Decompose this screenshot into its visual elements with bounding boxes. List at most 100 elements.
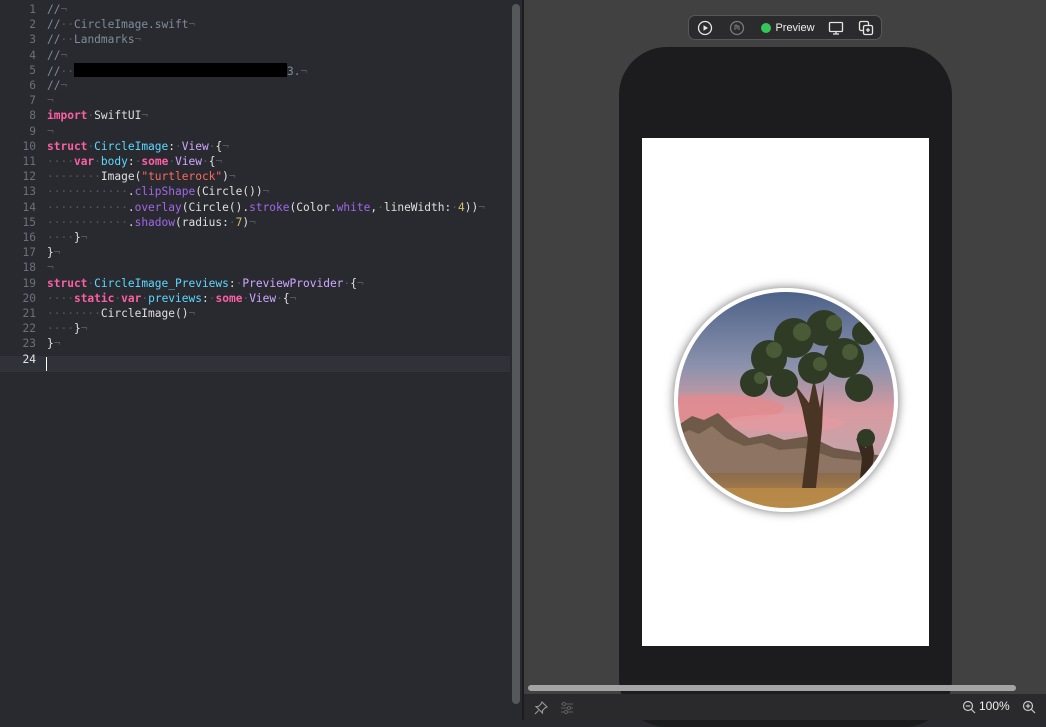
- code-token: ¬: [289, 291, 297, 305]
- code-text: struct·CircleImage:·View·{¬: [47, 139, 229, 155]
- code-token: ¬: [300, 64, 308, 78]
- code-token: ········: [47, 307, 101, 320]
- code-line[interactable]: 14 ············.overlay(Circle().stroke(C…: [0, 200, 510, 216]
- zoom-level: 100%: [979, 699, 1010, 713]
- code-token: var: [121, 291, 142, 305]
- code-token: (Circle().: [181, 200, 250, 214]
- code-token: ·: [276, 291, 283, 305]
- code-token: ·: [228, 215, 236, 229]
- code-token: PreviewProvider: [242, 276, 344, 290]
- duplicate-preview-button[interactable]: [855, 19, 877, 37]
- zoom-out-button[interactable]: [962, 699, 976, 718]
- code-token: ··: [60, 18, 74, 32]
- code-line[interactable]: 23}¬: [0, 336, 510, 352]
- code-line[interactable]: 17}¬: [0, 245, 510, 261]
- play-circle-icon: [697, 20, 713, 36]
- code-line[interactable]: 6 //¬: [0, 78, 510, 94]
- code-line[interactable]: 12 ········Image("turtlerock")¬: [0, 169, 510, 185]
- code-token: some: [141, 155, 169, 168]
- code-token: ¬: [60, 79, 68, 92]
- code-token: SwiftUI: [94, 109, 142, 123]
- selectable-mode-button[interactable]: [727, 19, 747, 37]
- editor-scrollbar[interactable]: [512, 4, 520, 704]
- turtlerock-photo[interactable]: [674, 288, 898, 512]
- code-line[interactable]: 18 ¬: [0, 260, 510, 276]
- code-line[interactable]: 20 ····static·var·previews:·some·View·{¬: [0, 291, 510, 307]
- line-number: 7: [29, 94, 36, 108]
- code-line[interactable]: 8 import·SwiftUI¬: [0, 108, 510, 124]
- code-line[interactable]: 16 ····}¬: [0, 230, 510, 246]
- code-token: ·: [94, 155, 101, 168]
- code-line[interactable]: 7 ¬: [0, 93, 510, 109]
- code-text: }¬: [47, 245, 61, 261]
- code-line[interactable]: 5 //·· 3.¬: [0, 62, 510, 79]
- preview-canvas: Preview 100%: [524, 0, 1046, 727]
- line-number: 23: [22, 337, 36, 351]
- code-token: ············: [47, 185, 128, 199]
- code-line[interactable]: 15 ············.shadow(radius:·7)¬: [0, 215, 510, 231]
- code-text: ············.clipShape(Circle())¬: [47, 184, 269, 200]
- code-token: ¬: [47, 94, 54, 108]
- code-token: //: [47, 33, 61, 47]
- code-text: ············.shadow(radius:·7)¬: [47, 215, 256, 231]
- code-line[interactable]: 2 //··CircleImage.swift¬: [0, 17, 510, 33]
- pin-button[interactable]: [534, 700, 548, 719]
- code-token: ¬: [215, 155, 223, 168]
- code-token: ····: [47, 231, 74, 244]
- code-line[interactable]: 21 ········CircleImage()¬: [0, 306, 510, 322]
- line-number: 19: [22, 276, 36, 290]
- line-number: 5: [29, 63, 36, 77]
- code-token: stroke: [249, 200, 290, 214]
- live-preview-button[interactable]: [695, 19, 715, 37]
- zoom-in-button[interactable]: [1022, 699, 1036, 718]
- line-number: 13: [22, 185, 36, 199]
- code-token: ¬: [228, 170, 236, 184]
- code-text: ············.overlay(Circle().stroke(Col…: [47, 200, 485, 216]
- duplicate-preview-icon: [858, 20, 874, 36]
- canvas-scrollbar[interactable]: [528, 685, 1016, 691]
- code-line[interactable]: 19 struct·CircleImage_Previews:·PreviewPr…: [0, 276, 510, 292]
- code-line[interactable]: 3 //··Landmarks¬: [0, 32, 510, 48]
- code-text: //¬: [47, 2, 67, 18]
- code-token: var: [73, 155, 95, 168]
- line-number: 3: [29, 33, 36, 47]
- code-token: ·: [175, 139, 182, 153]
- code-token: ¬: [60, 48, 68, 62]
- code-line[interactable]: 24: [0, 352, 510, 368]
- code-line[interactable]: 10 struct·CircleImage:·View·{¬: [0, 139, 510, 155]
- pin-icon: [534, 701, 548, 715]
- code-line[interactable]: 13 ············.clipShape(Circle())¬: [0, 184, 510, 200]
- code-token: some: [215, 291, 243, 305]
- code-token: .: [127, 185, 135, 199]
- adjust-button[interactable]: [560, 700, 574, 719]
- code-line[interactable]: 4 //¬: [0, 48, 510, 64]
- line-number: 2: [29, 18, 36, 32]
- device-settings-button[interactable]: [825, 19, 847, 37]
- code-token: body: [100, 155, 128, 168]
- code-token: View: [249, 291, 277, 305]
- code-token: ········: [47, 170, 101, 184]
- zoom-out-icon: [962, 700, 976, 714]
- code-token: ¬: [47, 261, 54, 275]
- code-token: ····: [47, 322, 74, 336]
- preview-button[interactable]: Preview: [757, 19, 819, 37]
- line-number: 18: [22, 261, 36, 275]
- code-token: previews: [148, 291, 202, 305]
- code-editor[interactable]: 1//¬ 2//··CircleImage.swift¬ 3//··Landmark…: [0, 0, 523, 720]
- code-text: ········CircleImage()¬: [47, 306, 195, 322]
- line-number: 10: [22, 139, 36, 153]
- code-token: ¬: [53, 246, 61, 260]
- code-line[interactable]: 1 //¬: [0, 2, 510, 18]
- code-token: struct: [47, 276, 88, 290]
- code-text: //··Landmarks¬: [47, 32, 141, 48]
- code-line[interactable]: 22 ····}¬: [0, 321, 510, 337]
- code-token: .: [127, 215, 135, 229]
- code-token: :: [201, 291, 209, 305]
- code-token: :: [168, 139, 176, 153]
- code-line[interactable]: 9 ¬: [0, 124, 510, 140]
- code-token: View: [175, 155, 203, 168]
- code-token: //: [47, 18, 61, 32]
- code-text: struct·CircleImage_Previews:·PreviewProv…: [47, 276, 364, 292]
- code-line[interactable]: 11 ····var·body:·some·View·{¬: [0, 154, 510, 170]
- code-token: ····: [47, 291, 74, 305]
